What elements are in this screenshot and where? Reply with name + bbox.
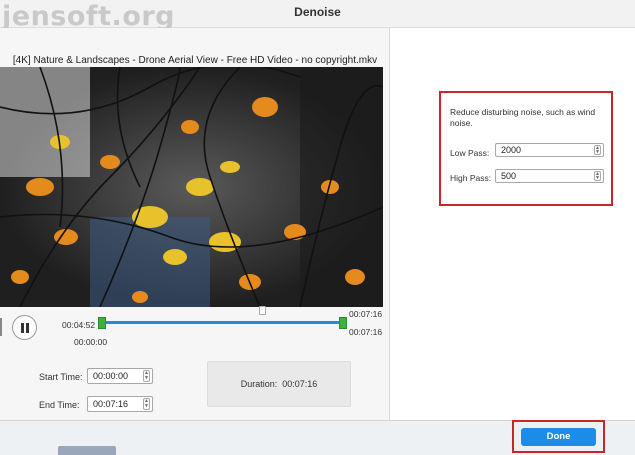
duration-value: 00:07:16 bbox=[282, 379, 318, 389]
pause-icon-bar bbox=[26, 323, 29, 333]
high-pass-input[interactable]: 500 ▲ ▼ bbox=[495, 169, 604, 183]
duration-label: Duration: bbox=[240, 379, 278, 389]
end-time-spinner[interactable]: ▲ ▼ bbox=[143, 398, 150, 410]
start-trim-handle[interactable] bbox=[98, 317, 106, 329]
duration-display: Duration: 00:07:16 bbox=[207, 361, 351, 407]
low-pass-input[interactable]: 2000 ▲ ▼ bbox=[495, 143, 604, 157]
low-pass-value: 2000 bbox=[501, 145, 522, 155]
start-time-label: Start Time: bbox=[39, 372, 83, 382]
start-time-value: 00:00:00 bbox=[93, 371, 129, 381]
video-frame-image bbox=[0, 67, 383, 307]
duration-text: Duration: 00:07:16 bbox=[208, 379, 350, 389]
secondary-button[interactable] bbox=[58, 446, 116, 455]
pause-icon bbox=[21, 323, 24, 333]
low-pass-spinner[interactable]: ▲ ▼ bbox=[594, 145, 601, 155]
title-bar: jensoft.org Denoise bbox=[0, 0, 635, 32]
end-time-input[interactable]: 00:07:16 ▲ ▼ bbox=[87, 396, 153, 412]
low-pass-label: Low Pass: bbox=[450, 148, 490, 158]
start-time-input[interactable]: 00:00:00 ▲ ▼ bbox=[87, 368, 153, 384]
trim-timeline[interactable] bbox=[98, 306, 347, 330]
settings-panel bbox=[391, 28, 635, 420]
start-marker-time: 00:00:00 bbox=[74, 337, 108, 347]
video-preview[interactable] bbox=[0, 67, 383, 307]
done-button-highlight: Done bbox=[512, 420, 605, 453]
current-time: 00:04:52 bbox=[62, 320, 96, 330]
end-time-value: 00:07:16 bbox=[93, 399, 129, 409]
high-pass-spinner[interactable]: ▲ ▼ bbox=[594, 171, 601, 181]
start-time-spinner[interactable]: ▲ ▼ bbox=[143, 370, 150, 382]
stop-icon[interactable] bbox=[0, 318, 4, 336]
pause-button[interactable] bbox=[12, 315, 37, 340]
denoise-settings-box: Reduce disturbing noise, such as wind no… bbox=[439, 91, 613, 206]
denoise-description: Reduce disturbing noise, such as wind no… bbox=[450, 107, 596, 128]
file-name-label: [4K] Nature & Landscapes - Drone Aerial … bbox=[12, 55, 378, 66]
end-marker-time-bottom: 00:07:16 bbox=[349, 327, 383, 337]
playhead-handle[interactable] bbox=[259, 306, 266, 315]
end-marker-time-top: 00:07:16 bbox=[349, 309, 383, 319]
window-title: Denoise bbox=[294, 5, 341, 19]
high-pass-label: High Pass: bbox=[450, 173, 492, 183]
end-time-label: End Time: bbox=[39, 400, 80, 410]
done-button[interactable]: Done bbox=[521, 428, 596, 446]
end-trim-handle[interactable] bbox=[339, 317, 347, 329]
timeline-track bbox=[104, 321, 345, 324]
high-pass-value: 500 bbox=[501, 171, 517, 181]
